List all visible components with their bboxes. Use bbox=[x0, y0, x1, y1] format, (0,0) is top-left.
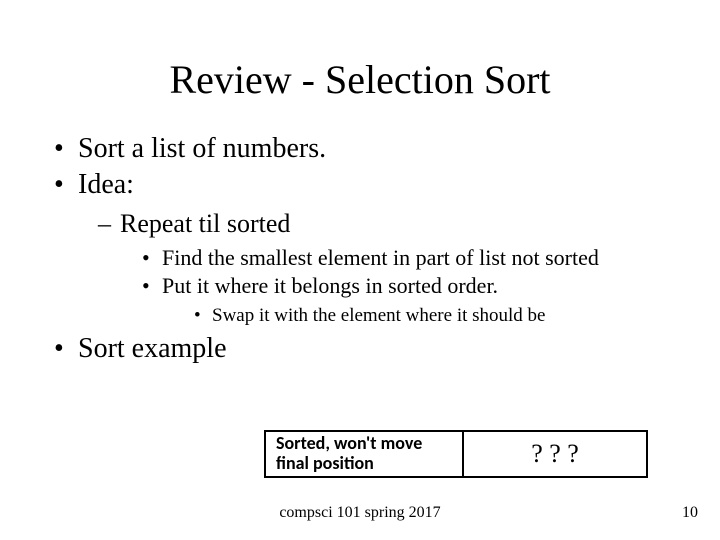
bullet-text: Repeat til sorted bbox=[120, 209, 290, 238]
example-boxes: Sorted, won't move final position ? ? ? bbox=[264, 430, 648, 478]
bullet-text: Find the smallest element in part of lis… bbox=[162, 245, 599, 270]
bullet-text: Swap it with the element where it should… bbox=[212, 305, 545, 326]
bullet-idea: Idea: bbox=[54, 169, 680, 201]
bullet-find-smallest: Find the smallest element in part of lis… bbox=[54, 245, 680, 271]
bullet-text: Sort a list of numbers. bbox=[78, 133, 326, 164]
slide-title: Review - Selection Sort bbox=[0, 0, 720, 133]
bullet-put-where: Put it where it belongs in sorted order. bbox=[54, 273, 680, 299]
bullet-text: Sort example bbox=[78, 333, 227, 364]
box-unknown: ? ? ? bbox=[464, 430, 648, 478]
bullet-sort-example: Sort example bbox=[54, 333, 680, 365]
footer-text: compsci 101 spring 2017 bbox=[0, 504, 720, 522]
page-number: 10 bbox=[682, 504, 698, 522]
bullet-text: Idea: bbox=[78, 169, 134, 200]
box-sorted: Sorted, won't move final position bbox=[264, 430, 464, 478]
slide-body: Sort a list of numbers. Idea: Repeat til… bbox=[0, 133, 720, 365]
bullet-sort-list: Sort a list of numbers. bbox=[54, 133, 680, 165]
slide: Review - Selection Sort Sort a list of n… bbox=[0, 0, 720, 540]
bullet-text: Put it where it belongs in sorted order. bbox=[162, 273, 498, 298]
bullet-swap: Swap it with the element where it should… bbox=[54, 305, 680, 327]
bullet-repeat: Repeat til sorted bbox=[54, 209, 680, 239]
